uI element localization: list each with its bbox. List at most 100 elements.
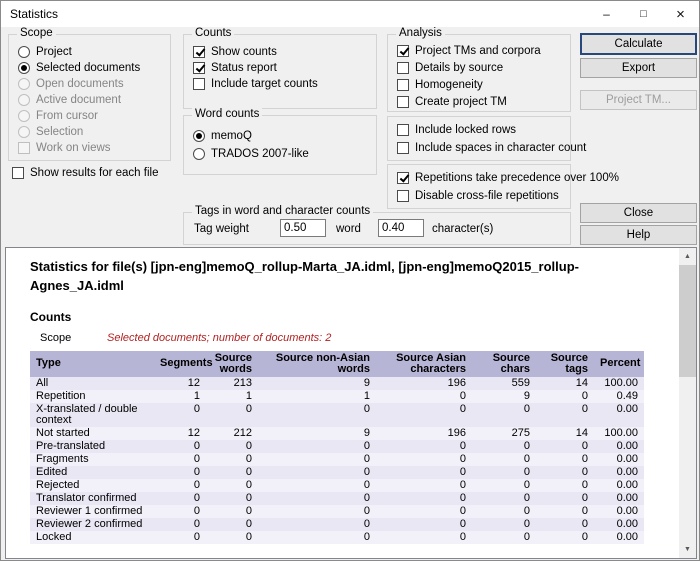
checkbox-include-locked-rows[interactable]: Include locked rows: [397, 123, 586, 136]
radio-icon: [18, 78, 30, 90]
value-cell: 0: [472, 492, 536, 505]
checkbox-icon: [193, 62, 205, 74]
table-row: All12213919655914100.00: [30, 377, 644, 390]
checkbox-create-project-tm[interactable]: Create project TM: [397, 95, 541, 108]
value-cell: 0: [376, 492, 472, 505]
value-cell: 0: [376, 466, 472, 479]
type-cell: Translator confirmed: [30, 492, 154, 505]
scroll-down-button[interactable]: ▼: [679, 541, 696, 558]
checkbox-include-spaces-in-character-count[interactable]: Include spaces in character count: [397, 141, 586, 154]
value-cell: 0: [258, 403, 376, 427]
close-icon: ×: [676, 7, 685, 22]
value-cell: 0: [376, 440, 472, 453]
checkbox-details-by-source[interactable]: Details by source: [397, 61, 541, 74]
checkbox-homogeneity[interactable]: Homogeneity: [397, 78, 541, 91]
calculate-button[interactable]: Calculate: [580, 33, 697, 55]
checkbox-disable-cross-file-repetitions[interactable]: Disable cross-file repetitions: [397, 189, 619, 202]
value-cell: 0: [206, 466, 258, 479]
checkbox-icon: [397, 79, 409, 91]
type-cell: Locked: [30, 531, 154, 544]
close-dialog-button[interactable]: Close: [580, 203, 697, 223]
scroll-up-button[interactable]: ▲: [679, 248, 696, 265]
value-cell: 0: [154, 518, 206, 531]
value-cell: 0: [206, 531, 258, 544]
value-cell: 100.00: [594, 377, 644, 390]
checkbox-show-counts[interactable]: Show counts: [193, 45, 318, 58]
option-label: Project TMs and corpora: [415, 45, 541, 57]
titlebar: Statistics – □ ×: [1, 1, 699, 27]
window-controls: – □ ×: [588, 1, 699, 27]
maximize-button[interactable]: □: [625, 1, 662, 27]
radio-selected-documents[interactable]: Selected documents: [18, 61, 140, 74]
option-label: Include spaces in character count: [415, 142, 586, 154]
radio-project[interactable]: Project: [18, 45, 140, 58]
value-cell: 0: [206, 403, 258, 427]
value-cell: 0: [258, 479, 376, 492]
radio-from-cursor: From cursor: [18, 109, 140, 122]
option-label: Homogeneity: [415, 79, 483, 91]
value-cell: 0.00: [594, 466, 644, 479]
analysis-group-label: Analysis: [396, 27, 445, 39]
close-button[interactable]: ×: [662, 1, 699, 27]
radio-open-documents: Open documents: [18, 77, 140, 90]
word-counts-options: memoQ TRADOS 2007-like: [193, 129, 309, 160]
scrollbar-thumb[interactable]: [679, 265, 696, 377]
radio-trados-2007-like[interactable]: TRADOS 2007-like: [193, 147, 309, 160]
checkbox-show-results-for-each-file[interactable]: Show results for each file: [12, 166, 158, 179]
value-cell: 0: [154, 531, 206, 544]
option-label: Selected documents: [36, 62, 140, 74]
results-title: Statistics for file(s) [jpn-eng]memoQ_ro…: [30, 258, 658, 296]
option-label: Repetitions take precedence over 100%: [415, 172, 619, 184]
value-cell: 0: [154, 492, 206, 505]
scope-summary-label: Scope: [40, 332, 107, 344]
column-header: Source Asian characters: [376, 351, 472, 377]
maximize-icon: □: [640, 9, 647, 20]
value-cell: 0: [258, 505, 376, 518]
export-button[interactable]: Export: [580, 58, 697, 78]
value-cell: 213: [206, 377, 258, 390]
help-button[interactable]: Help: [580, 225, 697, 245]
type-cell: Rejected: [30, 479, 154, 492]
scope-summary: ScopeSelected documents; number of docum…: [30, 332, 671, 344]
value-cell: 275: [472, 427, 536, 440]
value-cell: 0: [258, 531, 376, 544]
option-label: Create project TM: [415, 96, 507, 108]
option-label: Open documents: [36, 78, 124, 90]
scope-summary-value: Selected documents; number of documents:…: [107, 332, 331, 344]
checkbox-icon: [397, 62, 409, 74]
value-cell: 0: [258, 492, 376, 505]
type-cell: Not started: [30, 427, 154, 440]
value-cell: 0.00: [594, 505, 644, 518]
value-cell: 0.00: [594, 453, 644, 466]
checkbox-include-target-counts[interactable]: Include target counts: [193, 77, 318, 90]
tag-weight-word-input[interactable]: [280, 219, 326, 237]
type-cell: All: [30, 377, 154, 390]
value-cell: 0: [472, 531, 536, 544]
checkbox-repetitions-take-precedence-over-100[interactable]: Repetitions take precedence over 100%: [397, 171, 619, 184]
radio-selection: Selection: [18, 125, 140, 138]
radio-icon: [18, 126, 30, 138]
results-scrollbar[interactable]: ▲ ▼: [679, 248, 696, 558]
tag-weight-char-input[interactable]: [378, 219, 424, 237]
tags-group-label: Tags in word and character counts: [192, 205, 373, 217]
value-cell: 100.00: [594, 427, 644, 440]
minimize-button[interactable]: –: [588, 1, 625, 27]
tag-weight-label: Tag weight: [194, 223, 249, 235]
value-cell: 0: [376, 479, 472, 492]
radio-memoq[interactable]: memoQ: [193, 129, 309, 142]
value-cell: 0: [472, 518, 536, 531]
checkbox-project-tms-and-corpora[interactable]: Project TMs and corpora: [397, 44, 541, 57]
checkbox-status-report[interactable]: Status report: [193, 61, 318, 74]
value-cell: 9: [472, 390, 536, 403]
table-row: Rejected0000000.00: [30, 479, 644, 492]
value-cell: 0: [472, 440, 536, 453]
value-cell: 0: [206, 518, 258, 531]
stats-table-body: All12213919655914100.00Repetition1110900…: [30, 377, 644, 544]
radio-icon: [18, 46, 30, 58]
column-header: Segments: [154, 351, 206, 377]
value-cell: 0.00: [594, 492, 644, 505]
value-cell: 0: [206, 505, 258, 518]
value-cell: 0: [536, 440, 594, 453]
value-cell: 0: [376, 453, 472, 466]
statistics-dialog: Statistics – □ × Scope Project Selected d…: [0, 0, 700, 561]
